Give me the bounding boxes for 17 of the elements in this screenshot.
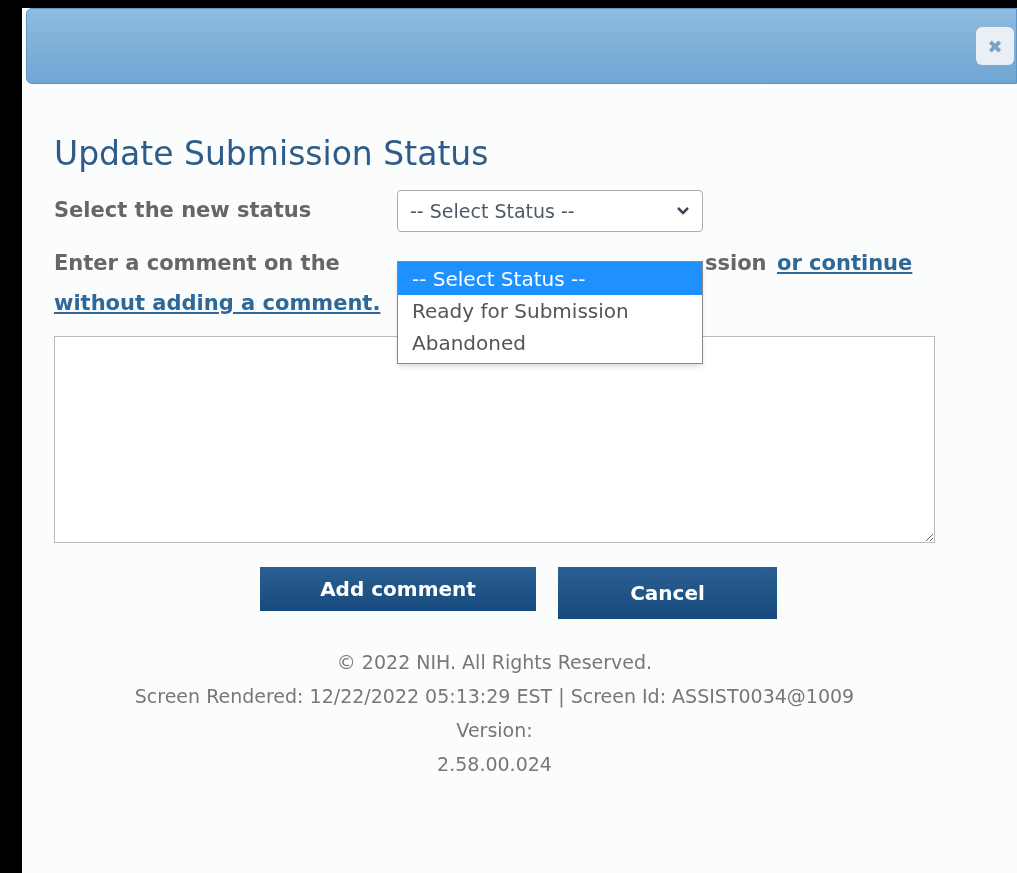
footer-text: 2.58.00.024 <box>437 752 552 777</box>
dropdown-option[interactable]: Ready for Submission <box>398 295 702 327</box>
footer-text: © 2022 NIH. All Rights Reserved. <box>336 650 653 675</box>
footer-text: Screen Rendered: 12/22/2022 05:13:29 EST | Screen Id: ASSIST0034@1009 <box>134 684 855 709</box>
field-label: Select the new status <box>54 197 313 225</box>
dialog-title: Update Submission Status <box>54 134 490 174</box>
dropdown-option[interactable]: Abandoned <box>398 327 702 359</box>
cancel-button[interactable]: Cancel <box>558 567 777 619</box>
continue-link[interactable]: or continue <box>777 248 913 280</box>
comment-field[interactable] <box>54 336 935 543</box>
footer-text: Version: <box>456 718 533 743</box>
status-dropdown[interactable]: -- Select Status -- <box>397 190 703 232</box>
continue-link[interactable]: without adding a comment. <box>54 288 381 320</box>
comment-label: Enter a comment on the <box>54 250 340 278</box>
comment-label: ssion <box>705 250 767 278</box>
add-comment-button[interactable]: Add comment <box>260 567 536 611</box>
chevron-icon <box>676 206 690 216</box>
